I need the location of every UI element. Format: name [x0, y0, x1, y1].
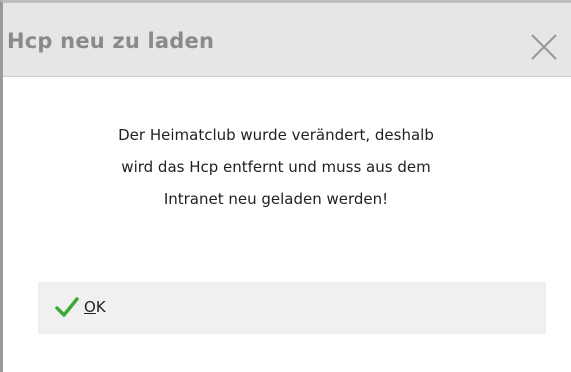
message-line: wird das Hcp entfernt und muss aus dem	[121, 158, 431, 176]
dialog-window: Hcp neu zu laden Der Heimatclub wurde ve…	[0, 0, 571, 372]
ok-button[interactable]: OK	[38, 282, 546, 334]
dialog-title: Hcp neu zu laden	[7, 29, 215, 53]
check-icon	[55, 295, 79, 319]
dialog-message: Der Heimatclub wurde verändert, deshalb …	[43, 119, 509, 215]
message-line: Der Heimatclub wurde verändert, deshalb	[118, 126, 434, 144]
ok-mnemonic: O	[84, 298, 96, 316]
ok-label-rest: K	[95, 298, 106, 316]
message-line: Intranet neu geladen werden!	[163, 190, 389, 208]
dialog-titlebar: Hcp neu zu laden	[3, 3, 571, 77]
close-icon[interactable]	[530, 33, 558, 61]
ok-button-label: OK	[84, 298, 106, 316]
